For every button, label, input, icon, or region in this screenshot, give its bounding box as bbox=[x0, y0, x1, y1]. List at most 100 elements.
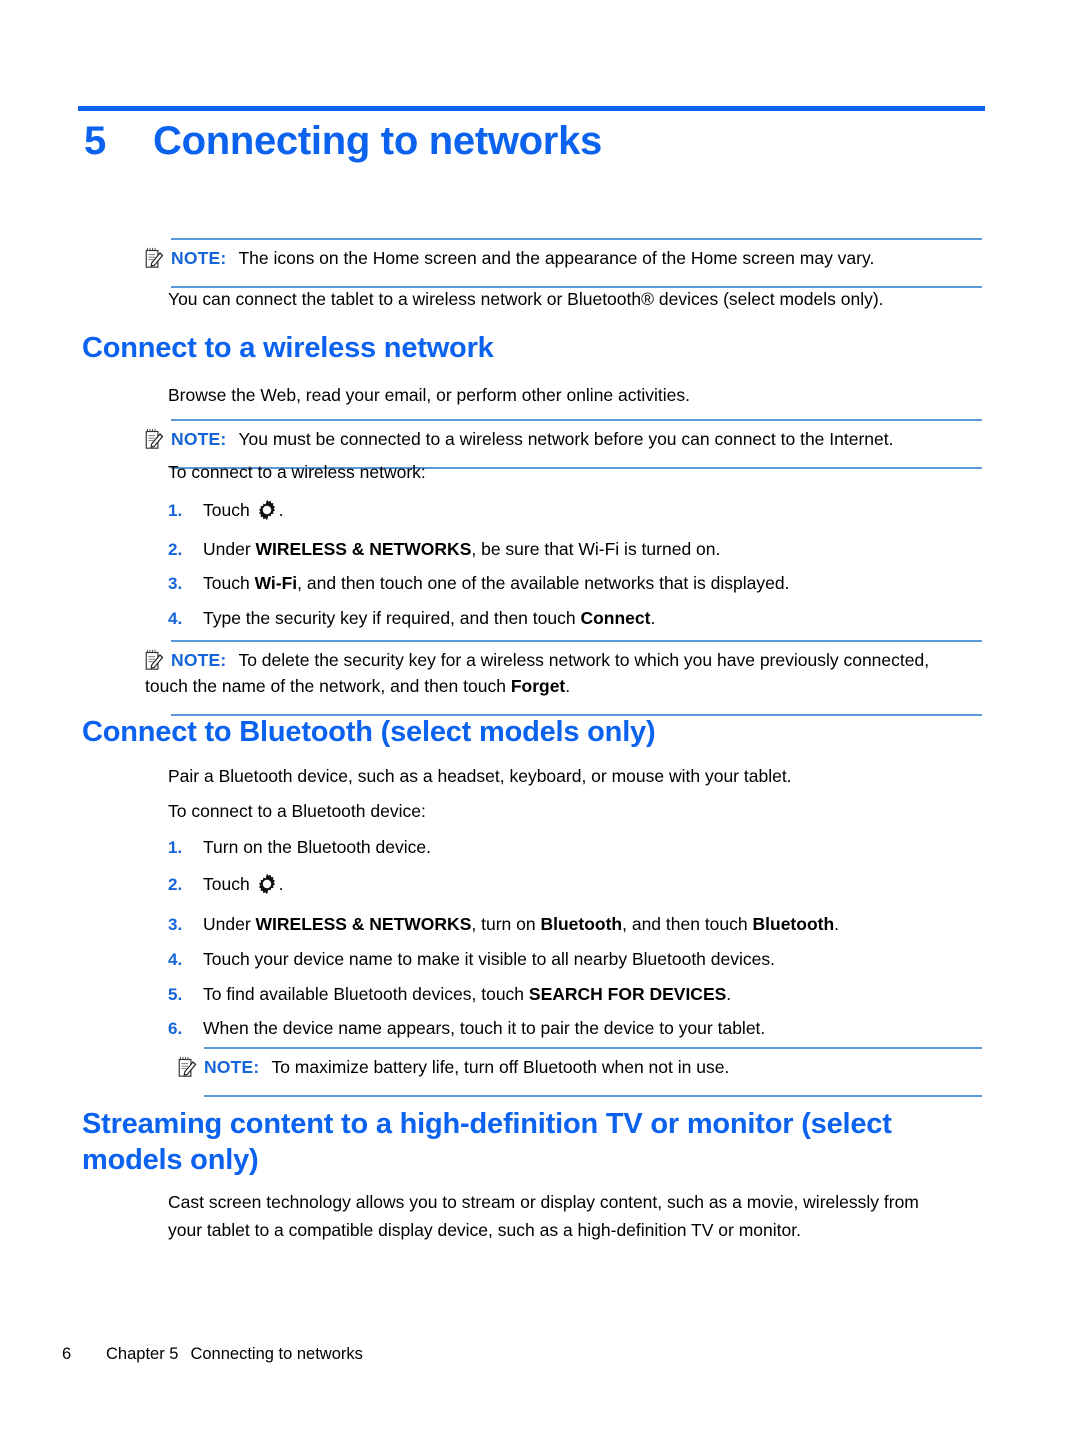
note-icon bbox=[178, 1056, 198, 1078]
wireless-paragraph: Browse the Web, read your email, or perf… bbox=[168, 382, 988, 409]
streaming-paragraph-line1: Cast screen technology allows you to str… bbox=[168, 1192, 919, 1212]
list-item-text: Touch Wi-Fi, and then touch one of the a… bbox=[203, 570, 1003, 597]
note-label: NOTE: bbox=[171, 650, 227, 670]
note-rule-top bbox=[204, 1047, 982, 1049]
gear-icon bbox=[256, 873, 278, 895]
note-line-2: touch the name of the network, and then … bbox=[145, 673, 991, 699]
step-text-pre: Touch your device name to make it visibl… bbox=[203, 949, 775, 969]
list-item-text: Under WIRELESS & NETWORKS, turn on Bluet… bbox=[203, 911, 1063, 938]
list-marker: 3. bbox=[168, 915, 183, 934]
wireless-lead-in: To connect to a wireless network: bbox=[168, 459, 988, 486]
list-marker: 5. bbox=[168, 985, 183, 1004]
note-text: The icons on the Home screen and the app… bbox=[238, 248, 875, 268]
list-item-text: To find available Bluetooth devices, tou… bbox=[203, 981, 1003, 1008]
list-marker: 3. bbox=[168, 574, 183, 593]
note-icon bbox=[145, 428, 165, 450]
list-item-text: Turn on the Bluetooth device. bbox=[203, 834, 1003, 861]
step-text-pre: To find available Bluetooth devices, tou… bbox=[203, 984, 529, 1004]
step-text-post: . bbox=[834, 914, 840, 934]
document-page: 5 Connecting to networks NOTE: The icons o… bbox=[0, 0, 1080, 1437]
bluetooth-paragraph-text: Pair a Bluetooth device, such as a heads… bbox=[168, 766, 792, 786]
note-text-pre: touch the name of the network, and then … bbox=[145, 676, 511, 696]
note-label: NOTE: bbox=[204, 1057, 260, 1077]
note-text-bold: Forget bbox=[510, 676, 566, 696]
wireless-lead-in-text: To connect to a wireless network: bbox=[168, 462, 426, 482]
list-item-text: Touch your device name to make it visibl… bbox=[203, 946, 1003, 973]
list-item-text: Touch . bbox=[203, 497, 1003, 524]
step-text-pre: Under bbox=[203, 539, 256, 559]
section-heading-wireless-text: Connect to a wireless network bbox=[82, 332, 494, 364]
note-body: NOTE: You must be connected to a wireless… bbox=[171, 426, 893, 452]
list-marker: 6. bbox=[168, 1019, 183, 1038]
section-heading-streaming-line2: models only) bbox=[82, 1144, 259, 1176]
step-text-pre: Turn on the Bluetooth device. bbox=[203, 837, 431, 857]
step-text-post: . bbox=[278, 500, 284, 520]
note-rule-top bbox=[171, 419, 982, 421]
chapter-heading: 5 Connecting to networks bbox=[84, 119, 994, 164]
chapter-title: Connecting to networks bbox=[153, 119, 602, 163]
step-text-pre: Touch bbox=[203, 874, 255, 894]
step-text-bold: WIRELESS & NETWORKS bbox=[255, 539, 472, 559]
section-heading-bluetooth-text: Connect to Bluetooth (select models only… bbox=[82, 716, 656, 748]
streaming-paragraph-line2: your tablet to a compatible display devi… bbox=[168, 1220, 801, 1240]
note-line-1: NOTE: To delete the security key for a wi… bbox=[171, 647, 991, 673]
step-text-post: . bbox=[650, 608, 656, 628]
list-item-text: Type the security key if required, and t… bbox=[203, 605, 1003, 632]
step-text-bold: Wi-Fi bbox=[254, 573, 298, 593]
note-block-battery: NOTE: To maximize battery life, turn off … bbox=[178, 1047, 982, 1099]
footer-chapter-label: Chapter 5 bbox=[106, 1345, 179, 1363]
note-text-post: . bbox=[565, 676, 571, 696]
note-rule-top bbox=[171, 238, 982, 240]
note-rule-bottom bbox=[204, 1095, 982, 1097]
note-text: To maximize battery life, turn off Bluet… bbox=[271, 1057, 730, 1077]
section-heading-bluetooth: Connect to Bluetooth (select models only… bbox=[82, 715, 982, 750]
bluetooth-lead-in: To connect to a Bluetooth device: bbox=[168, 798, 998, 825]
section-heading-streaming: Streaming content to a high-definition T… bbox=[82, 1106, 992, 1178]
note-block-forget: NOTE: To delete the security key for a wi… bbox=[145, 640, 982, 718]
step-text-post: . bbox=[278, 874, 284, 894]
list-marker: 1. bbox=[168, 501, 183, 520]
step-text-post: . bbox=[726, 984, 732, 1004]
list-marker: 2. bbox=[168, 875, 183, 894]
bluetooth-paragraph: Pair a Bluetooth device, such as a heads… bbox=[168, 763, 998, 790]
note-icon bbox=[145, 247, 165, 269]
list-item-text: When the device name appears, touch it t… bbox=[203, 1015, 1003, 1042]
section-heading-streaming-line1: Streaming content to a high-definition T… bbox=[82, 1108, 892, 1140]
note-text: You must be connected to a wireless netw… bbox=[238, 429, 894, 449]
chapter-number: 5 bbox=[84, 119, 106, 163]
note-body: NOTE: The icons on the Home screen and th… bbox=[171, 245, 874, 271]
note-label: NOTE: bbox=[171, 248, 227, 268]
step-text-post: , be sure that Wi-Fi is turned on. bbox=[471, 539, 721, 559]
page-footer: 6 Chapter 5 Connecting to networks bbox=[62, 1345, 363, 1364]
list-marker: 1. bbox=[168, 838, 183, 857]
step-text-pre: Under bbox=[203, 914, 256, 934]
footer-page-number: 6 bbox=[62, 1345, 72, 1363]
note-body: NOTE: To delete the security key for a wi… bbox=[145, 647, 991, 699]
streaming-paragraph: Cast screen technology allows you to str… bbox=[168, 1188, 998, 1244]
intro-paragraph: You can connect the tablet to a wireless… bbox=[168, 286, 988, 313]
step-text-pre: Touch bbox=[203, 500, 255, 520]
note-text: To delete the security key for a wireles… bbox=[238, 650, 930, 670]
note-icon bbox=[145, 649, 165, 671]
step-text-bold: WIRELESS & NETWORKS bbox=[255, 914, 472, 934]
bluetooth-lead-in-text: To connect to a Bluetooth device: bbox=[168, 801, 426, 821]
step-text-pre: Type the security key if required, and t… bbox=[203, 608, 581, 628]
section-heading-wireless: Connect to a wireless network bbox=[82, 331, 982, 366]
chapter-rule bbox=[78, 106, 985, 111]
intro-paragraph-text: You can connect the tablet to a wireless… bbox=[168, 289, 884, 309]
step-text-bold: SEARCH FOR DEVICES bbox=[528, 984, 727, 1004]
note-block-home-screen: NOTE: The icons on the Home screen and th… bbox=[145, 238, 982, 290]
step-text-post: , and then touch one of the available ne… bbox=[297, 573, 790, 593]
wireless-paragraph-text: Browse the Web, read your email, or perf… bbox=[168, 385, 690, 405]
gear-icon bbox=[256, 499, 278, 521]
step-text-pre: Touch bbox=[203, 573, 255, 593]
note-body: NOTE: To maximize battery life, turn off … bbox=[204, 1054, 729, 1080]
step-text-bold: Connect bbox=[580, 608, 651, 628]
footer-chapter-title: Connecting to networks bbox=[190, 1345, 363, 1363]
step-text-bold3: Bluetooth bbox=[752, 914, 835, 934]
list-marker: 4. bbox=[168, 609, 183, 628]
step-text-mid2: , and then touch bbox=[622, 914, 753, 934]
note-label: NOTE: bbox=[171, 429, 227, 449]
list-marker: 4. bbox=[168, 950, 183, 969]
step-text-mid: , turn on bbox=[471, 914, 541, 934]
